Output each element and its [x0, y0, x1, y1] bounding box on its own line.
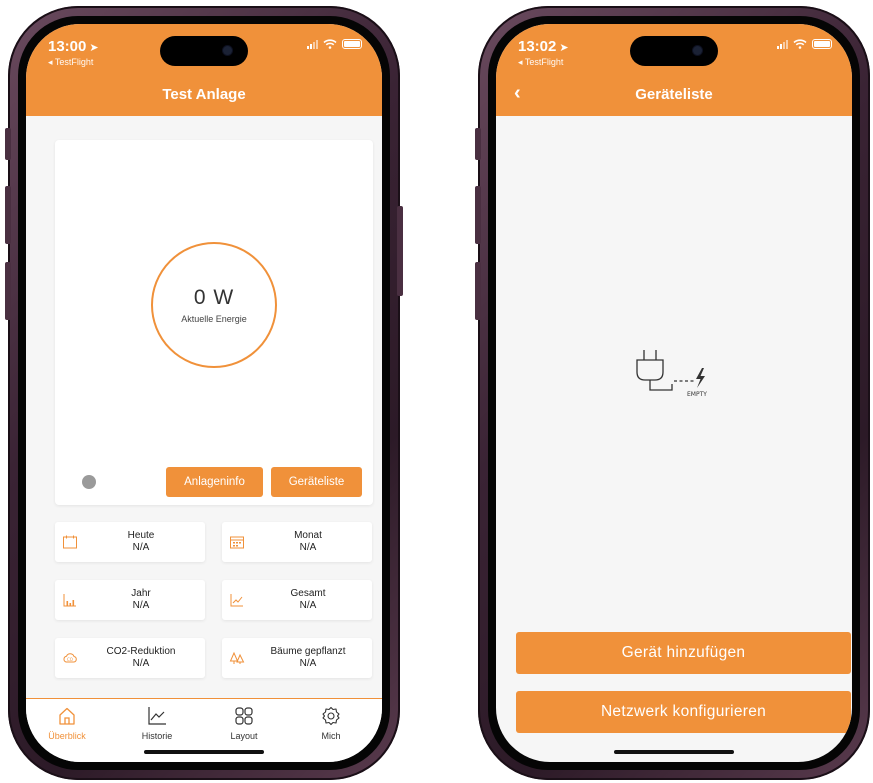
calendar-month-icon — [230, 536, 244, 549]
energy-gauge: 0 W Aktuelle Energie — [151, 242, 277, 368]
cellular-signal-icon — [777, 39, 788, 49]
energy-card: 0 W Aktuelle Energie Anlageninfo Gerätel… — [55, 140, 373, 505]
app-header: 13:00 ➤ ◂ TestFlight Test Anlage — [26, 24, 382, 116]
stat-title: CO2-Reduktion — [106, 646, 176, 657]
configure-network-button[interactable]: Netzwerk konfigurieren — [516, 691, 851, 733]
action-button — [5, 128, 11, 160]
bezel: 13:02 ➤ ◂ TestFlight ‹ Geräteliste EMPTY… — [488, 16, 860, 770]
phone-frame-right: 13:02 ➤ ◂ TestFlight ‹ Geräteliste EMPTY… — [475, 6, 870, 780]
tab-label: Layout — [230, 731, 258, 741]
volume-down-button — [5, 262, 11, 320]
status-time: 13:02 ➤ — [518, 38, 569, 55]
status-time-text: 13:00 — [48, 38, 87, 55]
wifi-icon — [323, 39, 337, 49]
settings-gear-icon — [322, 706, 340, 726]
trees-icon — [229, 651, 245, 664]
cellular-signal-icon — [307, 39, 318, 49]
dynamic-island — [630, 36, 718, 66]
stat-card-trees[interactable]: Bäume gepflanzt N/A — [222, 638, 372, 678]
calendar-day-icon — [63, 535, 77, 549]
stat-title: Heute — [127, 530, 155, 541]
dynamic-island — [160, 36, 248, 66]
current-energy-value: 0 W — [193, 286, 235, 309]
stat-card-month[interactable]: Monat N/A — [222, 522, 372, 562]
screen-device-list: 13:02 ➤ ◂ TestFlight ‹ Geräteliste EMPTY… — [496, 24, 852, 762]
location-arrow-icon: ➤ — [559, 42, 569, 54]
volume-down-button — [475, 262, 481, 320]
status-icons — [307, 39, 362, 49]
power-button — [397, 206, 403, 296]
battery-icon — [812, 39, 832, 49]
bar-chart-icon — [63, 594, 76, 607]
battery-icon — [342, 39, 362, 49]
location-arrow-icon: ➤ — [89, 42, 99, 54]
phone-frame-left: 13:00 ➤ ◂ TestFlight Test Anlage 0 W Akt… — [5, 6, 403, 780]
stat-card-today[interactable]: Heute N/A — [55, 522, 205, 562]
home-icon — [59, 707, 75, 725]
screen-overview: 13:00 ➤ ◂ TestFlight Test Anlage 0 W Akt… — [26, 24, 382, 762]
tab-label: Historie — [141, 731, 173, 741]
device-list-button[interactable]: Geräteliste — [271, 467, 362, 497]
co2-cloud-icon: CO — [63, 653, 77, 663]
volume-up-button — [475, 186, 481, 244]
app-header: 13:02 ➤ ◂ TestFlight ‹ Geräteliste — [496, 24, 852, 116]
stat-title: Jahr — [131, 588, 151, 599]
volume-up-button — [5, 186, 11, 244]
stat-card-co2[interactable]: CO CO2-Reduktion N/A — [55, 638, 205, 678]
trend-up-icon — [230, 594, 243, 607]
page-title: Test Anlage — [162, 86, 246, 103]
camera-icon — [693, 46, 702, 55]
page-title: Geräteliste — [635, 86, 713, 103]
current-energy-label: Aktuelle Energie — [181, 314, 247, 324]
status-icons — [777, 39, 832, 49]
grid-icon — [235, 707, 253, 725]
stat-value: N/A — [299, 542, 317, 553]
back-to-testflight[interactable]: ◂ TestFlight — [518, 57, 563, 68]
camera-icon — [223, 46, 232, 55]
stat-card-total[interactable]: Gesamt N/A — [222, 580, 372, 620]
stat-title: Gesamt — [290, 588, 326, 599]
stat-value: N/A — [132, 600, 150, 611]
stat-value: N/A — [132, 658, 150, 669]
stat-value: N/A — [132, 542, 150, 553]
svg-text:CO: CO — [67, 657, 73, 662]
status-time-text: 13:02 — [518, 38, 557, 55]
stat-value: N/A — [299, 600, 317, 611]
status-time: 13:00 ➤ — [48, 38, 99, 55]
stat-title: Bäume gepflanzt — [270, 646, 346, 657]
wifi-icon — [793, 39, 807, 49]
bezel: 13:00 ➤ ◂ TestFlight Test Anlage 0 W Akt… — [18, 16, 390, 770]
connection-status-dot — [82, 475, 96, 489]
add-device-button[interactable]: Gerät hinzufügen — [516, 632, 851, 674]
back-to-testflight[interactable]: ◂ TestFlight — [48, 57, 93, 68]
plant-info-button[interactable]: Anlageninfo — [166, 467, 263, 497]
tab-label: Mich — [321, 731, 341, 741]
plug-empty-icon: EMPTY — [636, 350, 707, 398]
tab-history[interactable]: Historie — [122, 705, 192, 741]
line-chart-icon — [148, 707, 166, 725]
home-indicator[interactable] — [144, 750, 264, 754]
stat-value: N/A — [299, 658, 317, 669]
empty-label: EMPTY — [687, 391, 707, 398]
stat-card-year[interactable]: Jahr N/A — [55, 580, 205, 620]
tab-label: Überblick — [48, 731, 86, 741]
stat-title: Monat — [294, 530, 322, 541]
action-button — [475, 128, 481, 160]
tab-overview[interactable]: Überblick — [32, 705, 102, 741]
home-indicator[interactable] — [614, 750, 734, 754]
tab-layout[interactable]: Layout — [209, 705, 279, 741]
tab-me[interactable]: Mich — [296, 705, 366, 741]
